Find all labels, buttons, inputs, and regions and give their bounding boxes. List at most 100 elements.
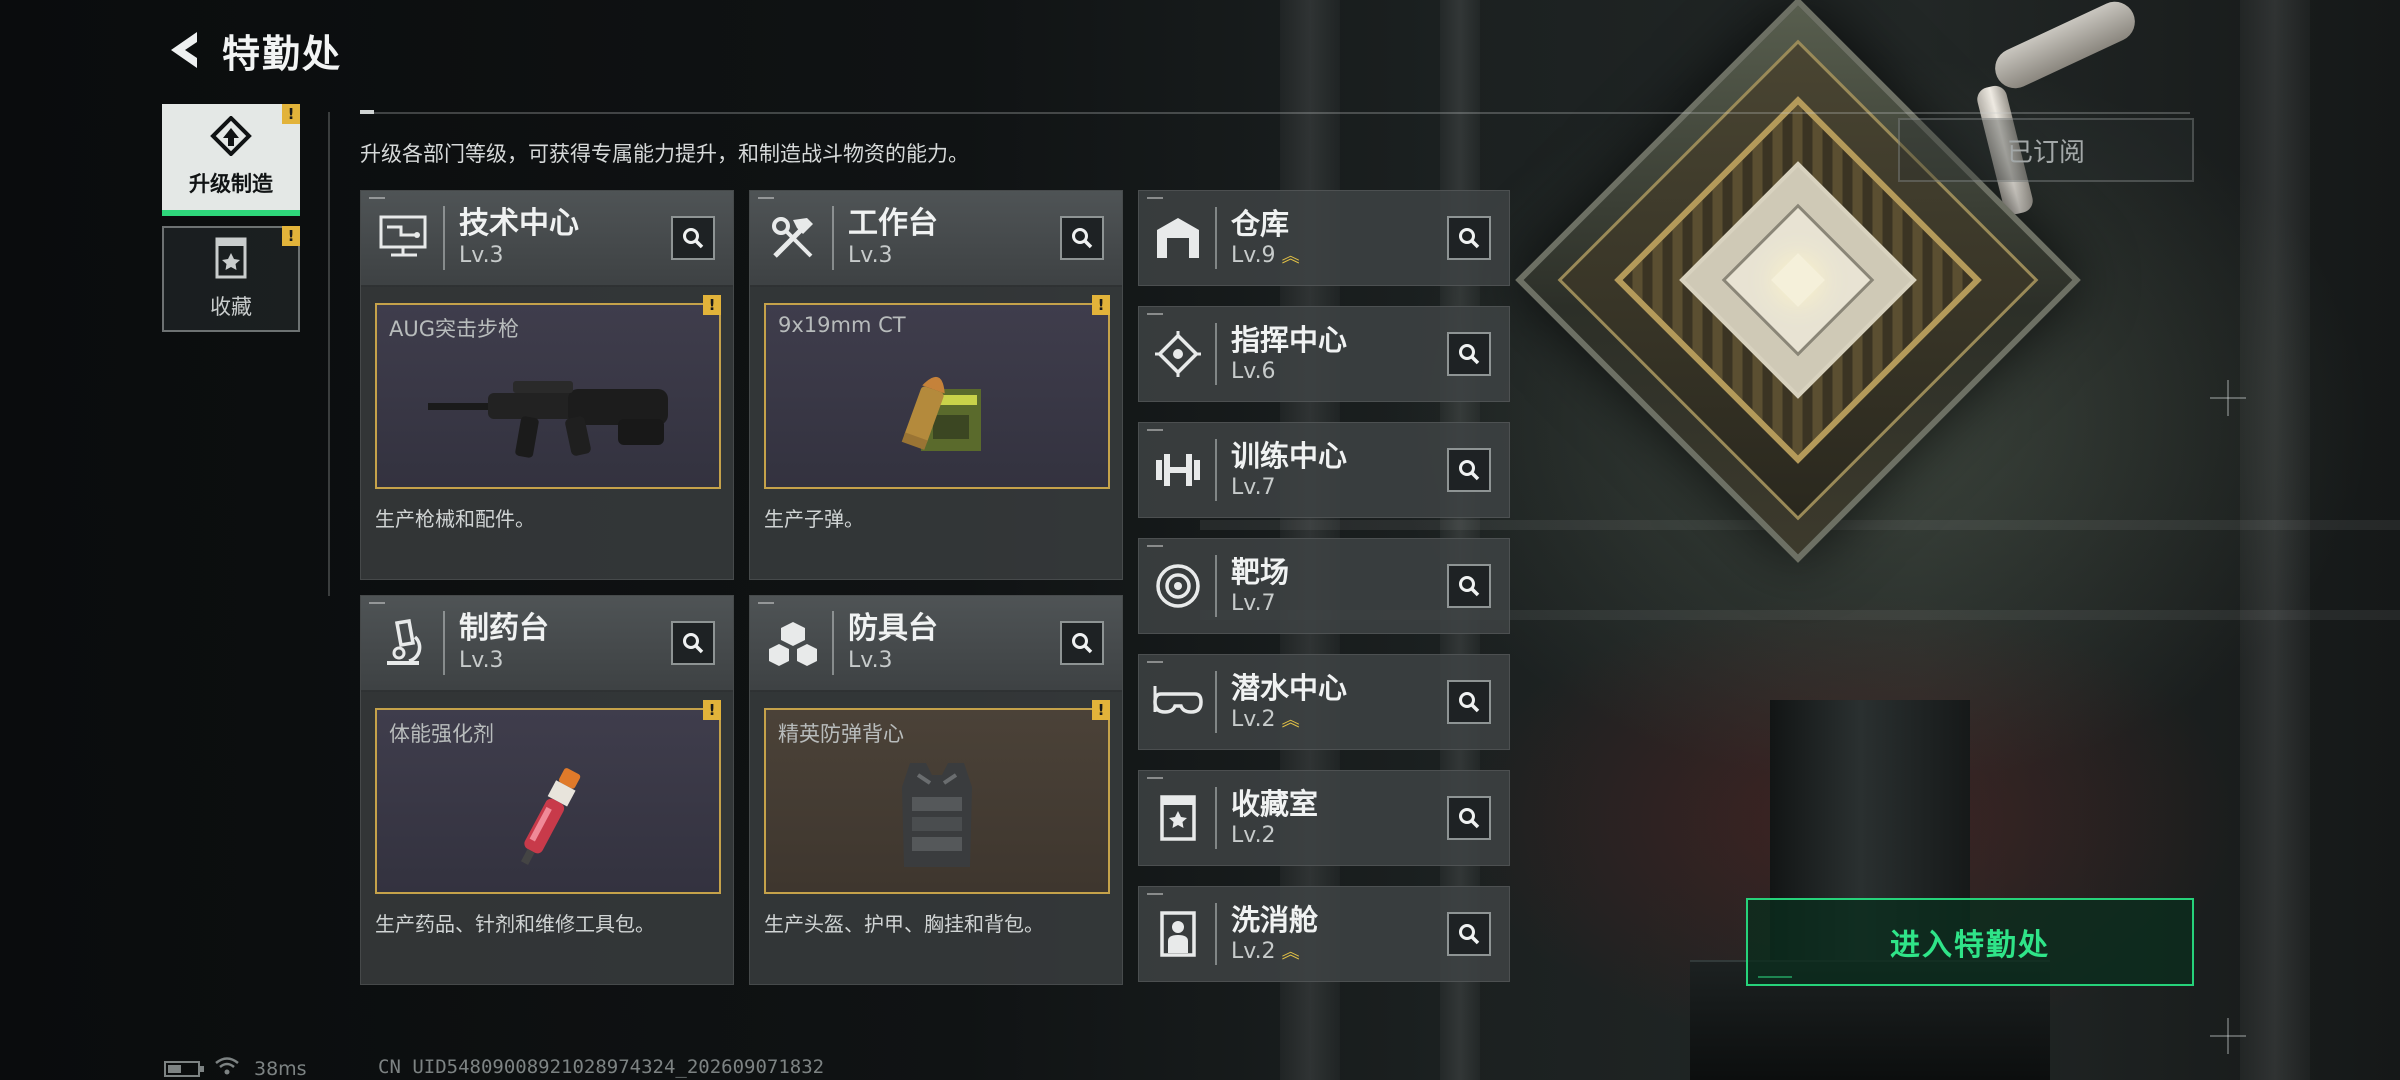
product-name: 体能强化剂 xyxy=(389,722,494,746)
dept-description: 生产药品、针剂和维修工具包。 xyxy=(375,912,655,936)
facility-name: 收藏室 xyxy=(1231,787,1319,821)
search-button[interactable] xyxy=(1447,332,1491,376)
warehouse-icon xyxy=(1151,211,1205,265)
magnifier-icon xyxy=(1459,924,1480,945)
facility-name: 洗消舱 xyxy=(1231,902,1319,937)
product-slot[interactable]: ! 体能强化剂 xyxy=(375,700,721,894)
armor-vest-image xyxy=(766,746,1108,892)
dept-level: Lv.3 xyxy=(459,243,504,268)
dept-card-armory[interactable]: 防具台 Lv.3 ! 精英防弹背心 生产头盔、护甲、胸挂和背包。 xyxy=(749,595,1123,985)
dept-description: 生产头盔、护甲、胸挂和背包。 xyxy=(764,912,1044,936)
wifi-icon xyxy=(214,1056,240,1080)
facility-level: Lv.9 xyxy=(1231,242,1276,268)
decon-suit-icon xyxy=(1151,907,1205,961)
chip-icon xyxy=(1151,327,1205,381)
product-slot[interactable]: ! 精英防弹背心 xyxy=(764,700,1110,894)
collection-case-icon xyxy=(213,237,249,283)
facility-shooting-range[interactable]: 靶场 Lv.7 xyxy=(1138,538,1510,634)
facility-level: Lv.7 xyxy=(1231,475,1276,500)
search-button[interactable] xyxy=(1060,216,1104,260)
facility-name: 训练中心 xyxy=(1231,439,1348,473)
search-button[interactable] xyxy=(1447,216,1491,260)
dept-header: 技术中心 Lv.3 xyxy=(361,191,733,287)
upgrade-available-icon: ︽ xyxy=(1281,245,1300,267)
product-slot[interactable]: ! AUG突击步枪 xyxy=(375,295,721,489)
facility-name: 潜水中心 xyxy=(1231,670,1348,705)
hammer-wrench-icon xyxy=(764,209,822,267)
dept-name: 工作台 xyxy=(848,206,938,241)
divider xyxy=(328,112,330,596)
dept-header: 制药台 Lv.3 xyxy=(361,596,733,692)
product-name: 精英防弹背心 xyxy=(778,722,904,746)
alert-badge: ! xyxy=(282,226,300,246)
section-description: 升级各部门等级，可获得专属能力提升，和制造战斗物资的能力。 xyxy=(360,142,969,166)
search-button[interactable] xyxy=(1447,912,1491,956)
alert-badge: ! xyxy=(282,104,300,124)
circuit-monitor-icon xyxy=(375,209,433,267)
ammo-box-image xyxy=(766,341,1108,487)
magnifier-icon xyxy=(1072,633,1093,654)
product-name: 9x19mm CT xyxy=(778,313,906,337)
alert-badge: ! xyxy=(1092,700,1110,720)
facility-collection-room[interactable]: 收藏室 Lv.2 xyxy=(1138,770,1510,866)
facility-name: 靶场 xyxy=(1231,555,1290,589)
product-name: AUG突击步枪 xyxy=(389,317,520,341)
facility-warehouse[interactable]: 仓库 Lv.9 ︽ xyxy=(1138,190,1510,286)
magnifier-icon xyxy=(683,228,704,249)
magnifier-icon xyxy=(1459,576,1480,597)
player-uid: CN UID5480900892102897432​4_202609071832 xyxy=(378,1056,825,1078)
dept-card-workbench[interactable]: 工作台 Lv.3 ! 9x19mm CT 生产子弹。 xyxy=(749,190,1123,580)
magnifier-icon xyxy=(1072,228,1093,249)
crosshair-mark xyxy=(2210,380,2246,416)
dept-card-tech-center[interactable]: 技术中心 Lv.3 ! AUG突击步枪 生产枪械和配件。 xyxy=(360,190,734,580)
enter-special-ops-button[interactable]: 进入特勤处 xyxy=(1746,898,2194,986)
crosshair-mark xyxy=(2210,1018,2246,1054)
special-ops-cube xyxy=(1515,0,2081,563)
dept-header: 工作台 Lv.3 xyxy=(750,191,1122,287)
dept-level: Lv.3 xyxy=(848,243,893,268)
facility-level: Lv.6 xyxy=(1231,359,1276,384)
facility-name: 仓库 xyxy=(1231,206,1290,241)
facility-training-center[interactable]: 训练中心 Lv.7 xyxy=(1138,422,1510,518)
facility-level: Lv.2 xyxy=(1231,823,1276,848)
page-title: 特勤处 xyxy=(222,31,343,76)
tab-upgrade-craft[interactable]: ! 升级制造 xyxy=(162,104,300,216)
magnifier-icon xyxy=(1459,228,1480,249)
search-button[interactable] xyxy=(1447,448,1491,492)
facility-command-center[interactable]: 指挥中心 Lv.6 xyxy=(1138,306,1510,402)
subscribed-button[interactable]: 已订阅 xyxy=(1898,118,2194,182)
dumbbell-icon xyxy=(1151,443,1205,497)
dept-description: 生产枪械和配件。 xyxy=(375,507,535,531)
search-button[interactable] xyxy=(671,216,715,260)
facility-level: Lv.2 xyxy=(1231,938,1276,964)
search-button[interactable] xyxy=(671,621,715,665)
alert-badge: ! xyxy=(703,295,721,315)
search-button[interactable] xyxy=(1447,564,1491,608)
facility-level: Lv.2 xyxy=(1231,706,1276,732)
dept-level: Lv.3 xyxy=(459,648,504,673)
dept-name: 防具台 xyxy=(848,611,938,646)
facility-level: Lv.7 xyxy=(1231,591,1276,616)
target-icon xyxy=(1151,559,1205,613)
product-slot[interactable]: ! 9x19mm CT xyxy=(764,295,1110,489)
dept-level: Lv.3 xyxy=(848,648,893,673)
assault-rifle-image xyxy=(377,341,719,487)
facility-decon-chamber[interactable]: 洗消舱 Lv.2 ︽ xyxy=(1138,886,1510,982)
search-button[interactable] xyxy=(1447,680,1491,724)
injector-image xyxy=(377,746,719,892)
facility-name: 指挥中心 xyxy=(1231,323,1348,357)
tab-label: 收藏 xyxy=(210,295,252,319)
dept-card-pharmacy[interactable]: 制药台 Lv.3 ! 体能强化剂 生产药品、针剂和维修工具包。 xyxy=(360,595,734,985)
tab-collection[interactable]: ! 收藏 xyxy=(162,226,300,332)
dept-name: 技术中心 xyxy=(459,206,579,241)
search-button[interactable] xyxy=(1447,796,1491,840)
tab-label: 升级制造 xyxy=(189,172,273,196)
magnifier-icon xyxy=(1459,460,1480,481)
divider xyxy=(360,110,2190,114)
alert-badge: ! xyxy=(703,700,721,720)
status-bar: 38ms xyxy=(164,1056,307,1080)
search-button[interactable] xyxy=(1060,621,1104,665)
facility-diving-center[interactable]: 潜水中心 Lv.2 ︽ xyxy=(1138,654,1510,750)
back-arrow-icon[interactable] xyxy=(160,27,206,73)
ping-value: 38ms xyxy=(254,1057,307,1080)
